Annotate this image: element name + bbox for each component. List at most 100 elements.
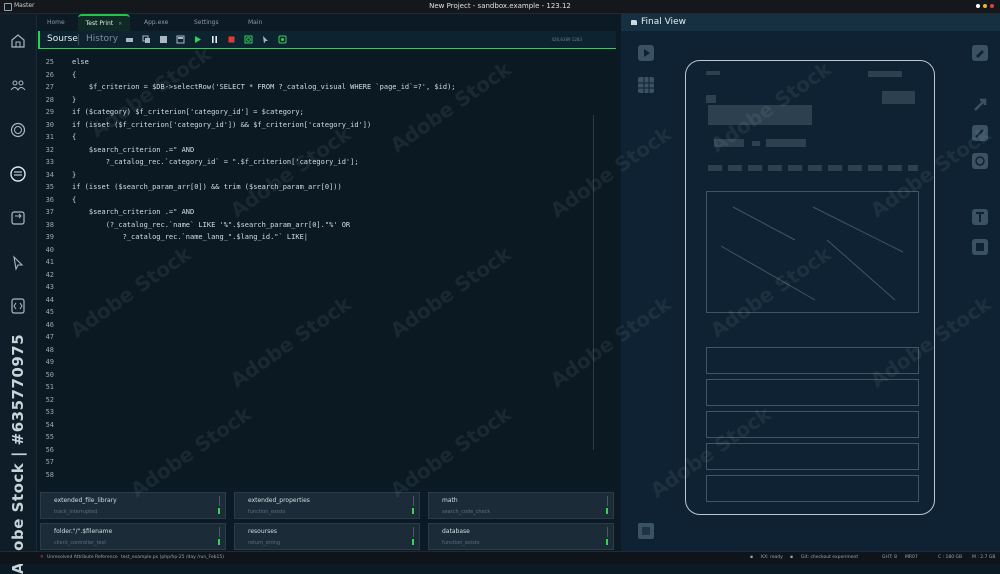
code-file-icon[interactable] <box>9 297 27 315</box>
code-text[interactable]: { <box>72 69 76 81</box>
code-line[interactable]: 41 <box>38 256 598 268</box>
code-line[interactable]: 30 if (isset ($f_criterion['category_id']… <box>38 119 598 131</box>
status-file: test_example.px (php/hp-25 /day /run_Feb… <box>121 555 224 560</box>
code-line[interactable]: 37 $search_criterion .=" AND <box>38 206 598 218</box>
maximize-button[interactable] <box>983 4 987 8</box>
tab-app-exe[interactable]: App.exe <box>144 14 168 32</box>
code-line[interactable]: 38 (?_catalog_rec.`name` LIKE '%".$searc… <box>38 219 598 231</box>
code-line[interactable]: 58 <box>38 469 598 481</box>
grid-icon[interactable] <box>159 35 168 44</box>
source-tab[interactable]: Sourse <box>47 34 78 44</box>
code-line[interactable]: 47 <box>38 331 598 343</box>
copy-icon[interactable] <box>142 35 151 44</box>
code-text[interactable]: $search_criterion .=" AND <box>72 206 194 218</box>
save-icon[interactable] <box>176 35 185 44</box>
code-text[interactable]: ?_catalog_rec.`category_id` = ".$f_crite… <box>72 156 359 168</box>
code-line[interactable]: 57 <box>38 456 598 468</box>
code-line[interactable]: 39 ?_catalog_rec.`name_lang_".$lang_id."… <box>38 231 598 243</box>
code-line[interactable]: 25 else <box>38 56 598 68</box>
code-line[interactable]: 52 <box>38 394 598 406</box>
code-line[interactable]: 31 { <box>38 131 598 143</box>
code-text[interactable]: (?_catalog_rec.`name` LIKE '%".$search_p… <box>72 219 350 231</box>
code-text[interactable]: if (isset ($search_param_arr[0]) && trim… <box>72 181 342 193</box>
code-line[interactable]: 44 <box>38 294 598 306</box>
module-card[interactable]: extended_properties function_exists <box>234 492 420 519</box>
pen-icon[interactable] <box>971 124 989 142</box>
code-line[interactable]: 55 <box>38 431 598 443</box>
transfer-icon[interactable] <box>9 209 27 227</box>
tablet-icon[interactable] <box>971 238 989 256</box>
module-card[interactable]: math search_code_check <box>428 492 614 519</box>
code-text[interactable]: { <box>72 194 76 206</box>
code-text[interactable]: if (isset ($f_criterion['category_id']) … <box>72 119 371 131</box>
status-error[interactable]: Unresolved Attribute Reference <box>47 555 118 560</box>
tab-home[interactable]: Home <box>47 14 65 32</box>
grid-view-icon[interactable] <box>637 76 655 94</box>
target-icon[interactable] <box>9 121 27 139</box>
code-line[interactable]: 45 <box>38 306 598 318</box>
editor-scrollbar[interactable] <box>593 115 594 450</box>
code-text[interactable]: if ($category) $f_criterion['category_id… <box>72 106 304 118</box>
tab-test-print[interactable]: Test Print × <box>78 14 130 32</box>
code-line[interactable]: 34} <box>38 169 598 181</box>
stop-square-icon[interactable] <box>637 522 655 540</box>
tab-settings[interactable]: Settings <box>194 14 219 32</box>
play-circle-icon[interactable] <box>637 44 655 62</box>
code-line[interactable]: 46 <box>38 319 598 331</box>
code-text[interactable]: $search_criterion .=" AND <box>72 144 194 156</box>
stop-icon[interactable] <box>227 35 236 44</box>
code-text[interactable]: } <box>72 169 76 181</box>
tab-close-icon[interactable]: × <box>118 21 122 27</box>
code-line[interactable]: 50 <box>38 369 598 381</box>
code-line[interactable]: 42 <box>38 269 598 281</box>
minimize-button[interactable] <box>976 4 980 8</box>
code-text[interactable]: { <box>72 131 76 143</box>
eraser-icon[interactable] <box>971 44 989 62</box>
code-line[interactable]: 33 ?_catalog_rec.`category_id` = ".$f_cr… <box>38 156 598 168</box>
car-icon[interactable] <box>125 35 134 44</box>
history-tab[interactable]: History <box>86 34 118 44</box>
code-line[interactable]: 27 $f_criterion = $DB->selectRow('SELECT… <box>38 81 598 93</box>
status-git[interactable]: Git: checkout experiment <box>801 555 858 560</box>
code-line[interactable]: 49 <box>38 356 598 368</box>
code-line[interactable]: 29 if ($category) $f_criterion['category_… <box>38 106 598 118</box>
help-icon[interactable] <box>971 152 989 170</box>
code-line[interactable]: 28} <box>38 94 598 106</box>
module-card[interactable]: resourses return_string <box>234 523 420 550</box>
code-line[interactable]: 26 { <box>38 69 598 81</box>
code-line[interactable]: 40 <box>38 244 598 256</box>
code-line[interactable]: 36 { <box>38 194 598 206</box>
pause-icon[interactable] <box>210 35 219 44</box>
code-line[interactable]: 48 <box>38 344 598 356</box>
code-text[interactable]: else <box>72 56 89 68</box>
code-editor[interactable]: 25 else 26 {27 $f_criterion = $DB->selectRo… <box>38 52 616 488</box>
users-icon[interactable] <box>9 76 27 94</box>
play-icon[interactable] <box>193 35 202 44</box>
module-card[interactable]: folder."/".$filename client_controller_te… <box>40 523 226 550</box>
text-icon[interactable] <box>971 208 989 226</box>
module-card[interactable]: extended_file_library track_interrupted <box>40 492 226 519</box>
pointer-icon[interactable] <box>261 35 270 44</box>
code-text[interactable]: } <box>72 94 76 106</box>
code-line[interactable]: 35 if (isset ($search_param_arr[0]) && tr… <box>38 181 598 193</box>
line-number: 30 <box>45 120 54 129</box>
code-line[interactable]: 54 <box>38 419 598 431</box>
tab-main[interactable]: Main <box>248 14 262 32</box>
code-line[interactable]: 43 <box>38 281 598 293</box>
line-number: 34 <box>45 170 54 179</box>
storage-icon[interactable] <box>9 165 27 183</box>
line-number: 54 <box>45 420 54 429</box>
code-line[interactable]: 32 $search_criterion .=" AND <box>38 144 598 156</box>
code-text[interactable]: ?_catalog_rec.`name_lang_".$lang_id."` L… <box>72 231 308 243</box>
rocket-icon[interactable] <box>971 96 989 114</box>
close-button[interactable] <box>990 4 994 8</box>
settings-icon[interactable] <box>278 35 287 44</box>
code-line[interactable]: 53 <box>38 406 598 418</box>
module-card[interactable]: database function_exists <box>428 523 614 550</box>
code-text[interactable]: $f_criterion = $DB->selectRow('SELECT * … <box>72 81 456 93</box>
code-line[interactable]: 56 <box>38 444 598 456</box>
home-icon[interactable] <box>9 32 27 50</box>
code-line[interactable]: 51 <box>38 381 598 393</box>
refresh-icon[interactable] <box>244 35 253 44</box>
cursor-icon[interactable] <box>9 254 27 272</box>
